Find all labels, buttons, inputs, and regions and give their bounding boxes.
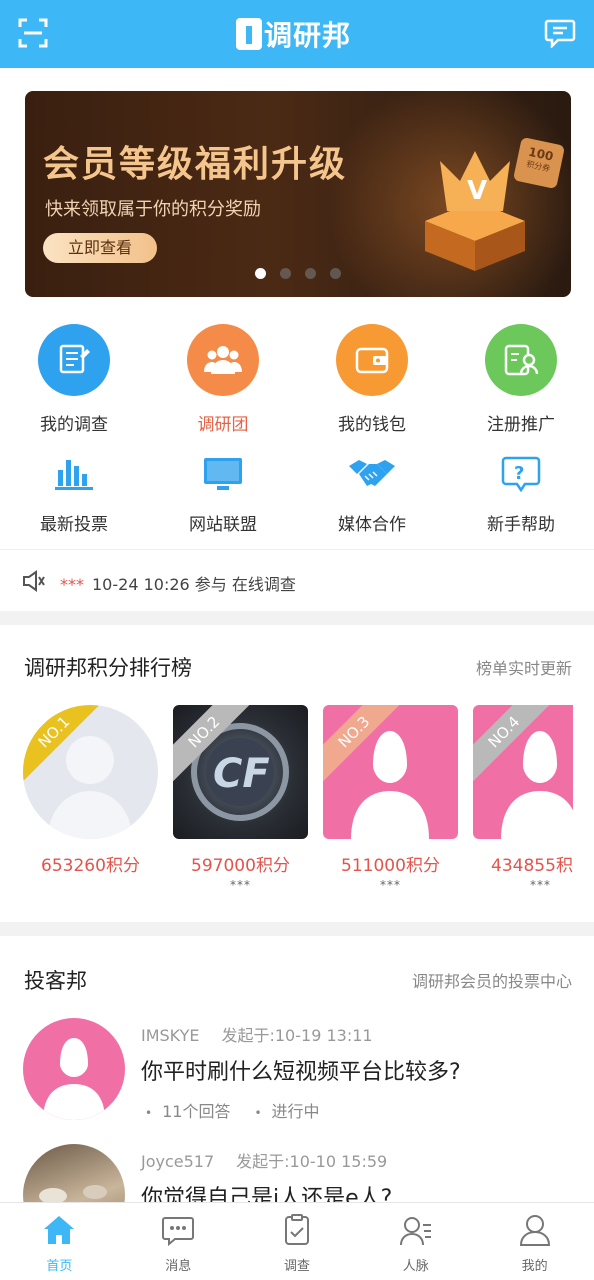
scan-icon[interactable] <box>18 18 48 48</box>
rank-points: 434855积分 <box>491 856 573 876</box>
survey-icon <box>38 324 110 396</box>
carousel-dot[interactable] <box>305 268 316 279</box>
message-icon <box>162 1217 195 1247</box>
rank-points: 511000积分 <box>341 856 440 876</box>
post-footer: 11个回答 进行中 <box>145 1098 344 1122</box>
carousel-dots <box>255 268 341 279</box>
grid-item-my-survey[interactable]: 我的调查 <box>0 324 148 435</box>
avatar <box>23 1018 125 1120</box>
post-answers: 11个回答 <box>145 1102 230 1121</box>
section-divider <box>0 611 594 625</box>
vote-post[interactable]: IMSKYE 发起于:10-19 13:11 你平时刷什么短视频平台比较多? 11… <box>0 1018 594 1138</box>
grid-item-research-group[interactable]: 调研团 <box>149 324 297 435</box>
carousel-dot[interactable] <box>255 268 266 279</box>
tab-profile[interactable]: 我的 <box>475 1203 594 1280</box>
rank-points: 597000积分 <box>191 856 290 876</box>
avatar: NO.3 <box>323 705 458 839</box>
post-meta: Joyce517 发起于:10-10 15:59 <box>141 1148 387 1172</box>
rank-points: 653260积分 <box>41 856 140 876</box>
grid-item-wallet[interactable]: 我的钱包 <box>298 324 446 435</box>
ranking-subtitle[interactable]: 榜单实时更新 <box>476 655 572 679</box>
bar-chart-icon <box>49 452 99 496</box>
speaker-icon <box>23 570 45 592</box>
post-question[interactable]: 你平时刷什么短视频平台比较多? <box>141 1054 461 1086</box>
tab-label: 消息 <box>165 1259 192 1274</box>
carousel-dot[interactable] <box>280 268 291 279</box>
grid-item-promote[interactable]: 注册推广 <box>447 324 594 435</box>
app-logo: 调研邦 <box>236 16 351 52</box>
chat-icon[interactable] <box>544 18 576 48</box>
survey-tab-icon <box>284 1214 309 1245</box>
grid-label: 新手帮助 <box>487 515 555 535</box>
coupon-icon: 100 积分券 <box>512 136 566 190</box>
svg-text:V: V <box>467 176 487 206</box>
rank-item-3[interactable]: NO.3 511000积分 *** <box>323 705 458 892</box>
post-time: 发起于:10-19 13:11 <box>221 1026 373 1045</box>
grid-label: 最新投票 <box>40 515 108 535</box>
grid-label: 调研团 <box>197 415 249 435</box>
tab-label: 首页 <box>46 1259 73 1274</box>
promo-banner[interactable]: 会员等级福利升级 快来领取属于你的积分奖励 立即查看 V 100 积分券 <box>25 91 571 297</box>
promote-icon <box>485 324 557 396</box>
ticker-text: *** 10-24 10:26 参与 在线调查 <box>60 571 296 595</box>
grid-label: 媒体合作 <box>338 515 406 535</box>
grid-label: 我的调查 <box>40 415 108 435</box>
app-title: 调研邦 <box>264 19 352 52</box>
home-icon <box>44 1216 75 1244</box>
wallet-icon <box>336 324 408 396</box>
rank-item-4[interactable]: NO.4 434855积分 *** <box>473 705 573 892</box>
section-divider <box>0 922 594 936</box>
tab-label: 人脉 <box>402 1259 429 1274</box>
ticker-message: 10-24 10:26 参与 在线调查 <box>92 575 296 594</box>
feature-grid: 我的调查 调研团 我的钱包 注册推广 最新投票 网站联盟 媒体合作 ? 新手帮助 <box>0 318 594 536</box>
grid-item-help[interactable]: ? 新手帮助 <box>447 452 594 535</box>
grid-item-latest-vote[interactable]: 最新投票 <box>0 452 148 535</box>
monitor-icon <box>198 452 248 496</box>
post-meta: IMSKYE 发起于:10-19 13:11 <box>141 1022 373 1046</box>
grid-label: 网站联盟 <box>189 515 257 535</box>
rank-clip: NO.4 434855积分 *** <box>473 705 573 895</box>
banner-title: 会员等级福利升级 <box>43 144 348 185</box>
logo-mark-icon <box>236 18 262 50</box>
activity-ticker[interactable]: *** 10-24 10:26 参与 在线调查 <box>0 549 594 611</box>
post-author[interactable]: Joyce517 <box>141 1152 214 1171</box>
help-icon: ? <box>496 452 546 496</box>
rank-item-1[interactable]: NO.1 653260积分 <box>23 705 158 878</box>
handshake-icon <box>347 452 397 496</box>
tab-messages[interactable]: 消息 <box>119 1203 238 1280</box>
rank-item-2[interactable]: CF NO.2 597000积分 *** <box>173 705 308 892</box>
ticker-user: *** <box>60 575 84 594</box>
bottom-tab-bar: 首页 消息 调查 人脉 我的 <box>0 1202 594 1280</box>
post-author[interactable]: IMSKYE <box>141 1026 199 1045</box>
avatar: NO.4 <box>473 705 573 839</box>
grid-item-site-alliance[interactable]: 网站联盟 <box>149 452 297 535</box>
tab-contacts[interactable]: 人脉 <box>356 1203 475 1280</box>
avatar: NO.1 <box>23 705 158 839</box>
tab-label: 我的 <box>521 1259 548 1274</box>
rank-user: *** <box>230 878 251 892</box>
post-status: 进行中 <box>254 1102 319 1121</box>
tab-home[interactable]: 首页 <box>0 1203 119 1280</box>
vote-title: 投客邦 <box>24 969 87 993</box>
tab-label: 调查 <box>283 1259 310 1274</box>
svg-text:CF: CF <box>213 751 270 797</box>
post-time: 发起于:10-10 15:59 <box>236 1152 388 1171</box>
avatar: CF NO.2 <box>173 705 308 839</box>
top-bar: 调研邦 <box>0 0 594 68</box>
vote-subtitle[interactable]: 调研邦会员的投票中心 <box>412 968 572 992</box>
rank-user: *** <box>530 878 551 892</box>
rank-user: *** <box>380 878 401 892</box>
grid-item-media[interactable]: 媒体合作 <box>298 452 446 535</box>
group-icon <box>187 324 259 396</box>
contacts-icon <box>399 1217 431 1246</box>
banner-subtitle: 快来领取属于你的积分奖励 <box>45 199 261 220</box>
banner-view-button[interactable]: 立即查看 <box>43 233 157 263</box>
svg-text:?: ? <box>514 463 524 484</box>
grid-label: 注册推广 <box>487 415 555 435</box>
carousel-dot[interactable] <box>330 268 341 279</box>
ranking-title: 调研邦积分排行榜 <box>24 656 192 680</box>
profile-icon <box>519 1215 550 1246</box>
grid-label: 我的钱包 <box>338 415 406 435</box>
tab-survey[interactable]: 调查 <box>238 1203 357 1280</box>
